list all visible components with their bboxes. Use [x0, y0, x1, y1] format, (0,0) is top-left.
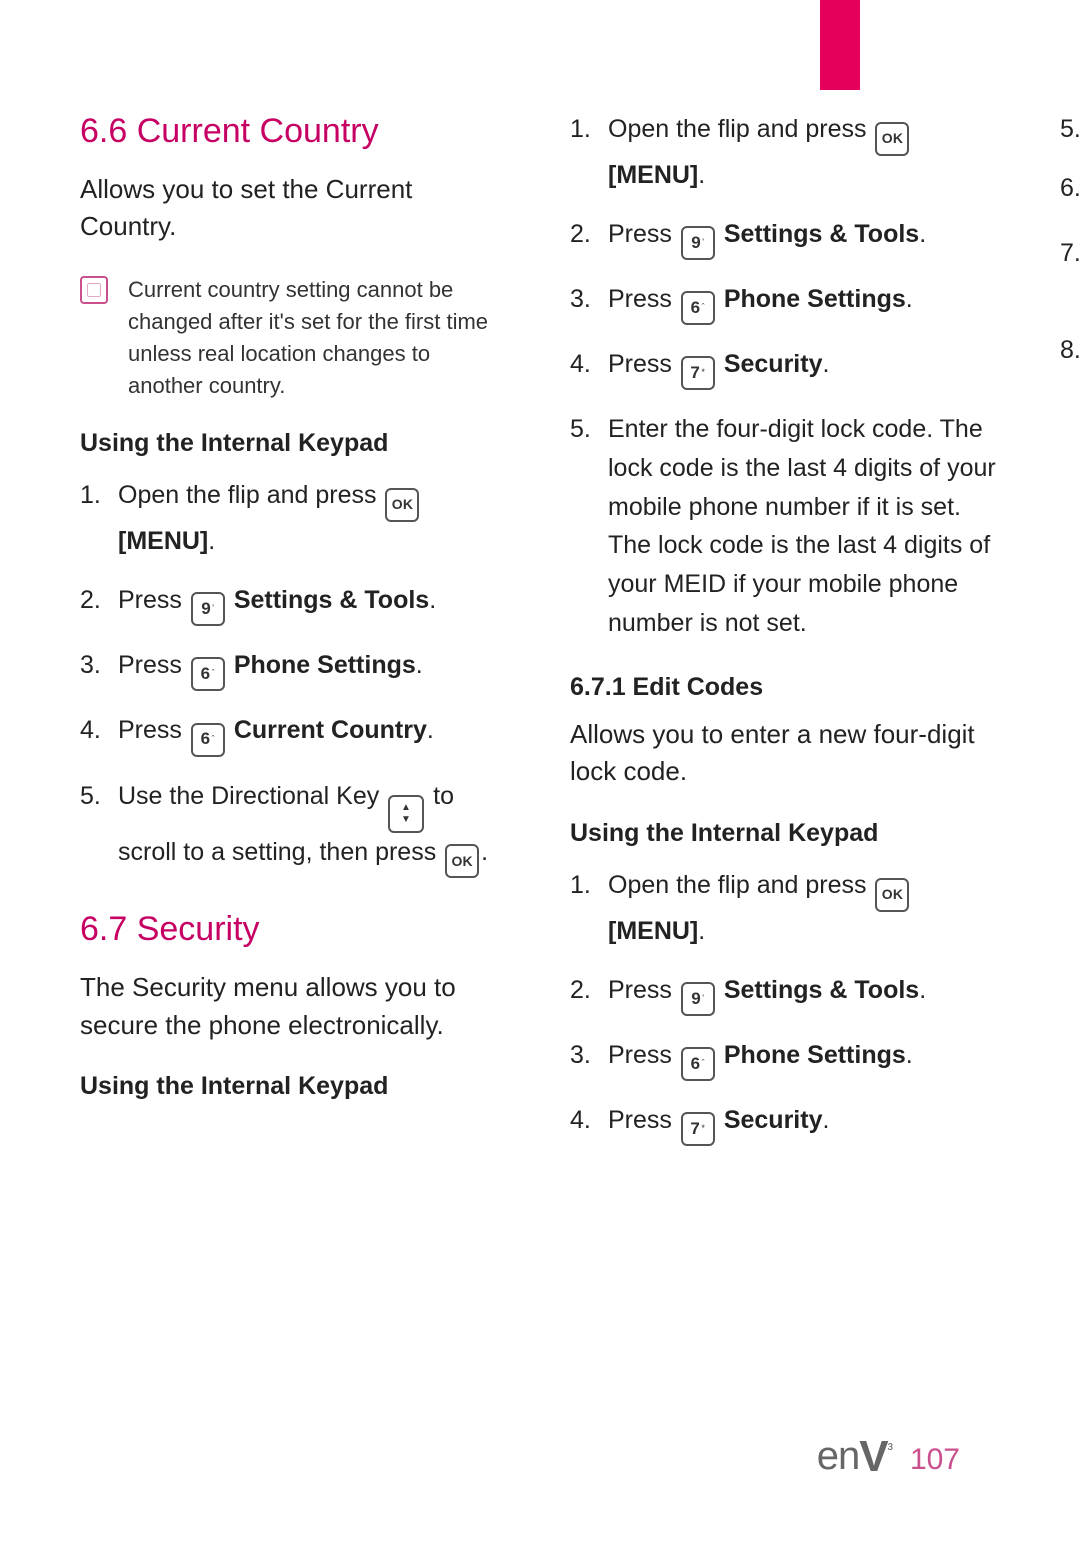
- punct: .: [822, 350, 829, 378]
- clipboard-icon: [80, 276, 108, 304]
- punct: .: [906, 285, 913, 313]
- key-6-icon: 6ˆ: [191, 723, 225, 757]
- step-text: Press: [608, 1106, 679, 1134]
- list-item: Select Phone Only or Calls & Services.: [1060, 234, 1080, 312]
- key-9-icon: 9': [681, 982, 715, 1016]
- heading-title: Current Country: [137, 112, 379, 150]
- key-6-icon: 6ˆ: [191, 657, 225, 691]
- step-text: Open the flip and press: [608, 115, 873, 143]
- key-9-icon: 9': [681, 226, 715, 260]
- step-text: Open the flip and press: [608, 871, 873, 899]
- step-text: Press: [608, 976, 679, 1004]
- subheading-6-7-1: Using the Internal Keypad: [570, 819, 1000, 848]
- list-item: Enter the four-digit lock code. The lock…: [570, 410, 1000, 643]
- key-7-icon: 7*: [681, 356, 715, 390]
- settings-tools-label: Settings & Tools: [234, 586, 429, 614]
- punct: .: [416, 651, 423, 679]
- list-item: Press 6ˆ Current Country.: [80, 711, 510, 756]
- key-9-icon: 9': [191, 592, 225, 626]
- phone-settings-label: Phone Settings: [234, 651, 416, 679]
- step-text: Press: [118, 716, 189, 744]
- heading-6-7: 6.7 Security: [80, 908, 510, 951]
- list-item: Press 7* Security.: [570, 1101, 1000, 1146]
- heading-6-6: 6.6 Current Country: [80, 110, 510, 153]
- punct: .: [698, 161, 705, 189]
- list-item: Open the flip and press OK [MENU].: [570, 110, 1000, 195]
- step-text: Press: [608, 285, 679, 313]
- key-7-icon: 7*: [681, 1112, 715, 1146]
- list-item: Press 7* Security.: [570, 345, 1000, 390]
- list-item: Open the flip and press OK [MENU].: [80, 476, 510, 561]
- security-label: Security: [724, 1106, 823, 1134]
- page-body: 6.6 Current Country Allows you to set th…: [80, 110, 1000, 1412]
- key-6-icon: 6ˆ: [681, 291, 715, 325]
- punct: .: [822, 1106, 829, 1134]
- menu-label: [MENU]: [608, 917, 698, 945]
- list-item: Open the flip and press OK [MENU].: [570, 866, 1000, 951]
- page-tab-marker: [820, 0, 860, 90]
- page-number: 107: [910, 1443, 960, 1477]
- step-text: Press: [608, 350, 679, 378]
- heading-number: 6.7: [80, 910, 127, 948]
- list-item: Enter your new lock code, then enter it …: [1060, 331, 1080, 409]
- step-text: Use the Directional Key: [118, 782, 386, 810]
- list-item: Press 9' Settings & Tools.: [570, 215, 1000, 260]
- list-item: Press 9' Settings & Tools.: [80, 581, 510, 626]
- step-text: Press: [608, 220, 679, 248]
- punct: .: [208, 527, 215, 555]
- security-label: Security: [724, 350, 823, 378]
- punct: .: [481, 838, 488, 866]
- phone-settings-label: Phone Settings: [724, 285, 906, 313]
- list-item: Enter the four-digit lock code.: [1060, 110, 1080, 149]
- menu-label: [MENU]: [118, 527, 208, 555]
- punct: .: [919, 220, 926, 248]
- list-item: Press 1’ Edit Codes.: [1060, 169, 1080, 214]
- intro-6-6: Allows you to set the Current Country.: [80, 171, 510, 246]
- step-text: Enter the four-digit lock code. The lock…: [608, 415, 996, 637]
- steps-6-6: Open the flip and press OK [MENU]. Press…: [80, 476, 510, 878]
- punct: .: [906, 1041, 913, 1069]
- ok-key-icon: OK: [445, 844, 479, 878]
- settings-tools-label: Settings & Tools: [724, 220, 919, 248]
- list-item: Press 9' Settings & Tools.: [570, 971, 1000, 1016]
- current-country-label: Current Country: [234, 716, 427, 744]
- note-text: Current country setting cannot be change…: [128, 274, 510, 402]
- ok-key-icon: OK: [875, 878, 909, 912]
- subheading-6-7: Using the Internal Keypad: [80, 1072, 510, 1101]
- list-item: Press 6ˆ Phone Settings.: [570, 1036, 1000, 1081]
- step-text: Press: [608, 1041, 679, 1069]
- key-6-icon: 6ˆ: [681, 1047, 715, 1081]
- list-item: Use the Directional Key ▲▼ to scroll to …: [80, 777, 510, 879]
- step-text: Press: [118, 586, 189, 614]
- punct: .: [698, 917, 705, 945]
- ok-key-icon: OK: [875, 122, 909, 156]
- intro-6-7: The Security menu allows you to secure t…: [80, 969, 510, 1044]
- heading-6-7-1: 6.7.1 Edit Codes: [570, 673, 1000, 702]
- intro-6-7-1: Allows you to enter a new four-digit loc…: [570, 716, 1000, 791]
- ok-key-icon: OK: [385, 488, 419, 522]
- phone-settings-label: Phone Settings: [724, 1041, 906, 1069]
- list-item: Press 6ˆ Phone Settings.: [80, 646, 510, 691]
- note-block: Current country setting cannot be change…: [80, 274, 510, 402]
- heading-number: 6.6: [80, 112, 127, 150]
- step-text: Open the flip and press: [118, 481, 383, 509]
- page-footer: enV³ 107: [817, 1432, 960, 1482]
- punct: .: [427, 716, 434, 744]
- subheading-6-6: Using the Internal Keypad: [80, 429, 510, 458]
- settings-tools-label: Settings & Tools: [724, 976, 919, 1004]
- steps-6-7: Open the flip and press OK [MENU]. Press…: [570, 110, 1000, 643]
- menu-label: [MENU]: [608, 161, 698, 189]
- heading-title: Security: [137, 910, 260, 948]
- brand-logo: enV³: [817, 1432, 892, 1482]
- directional-key-icon: ▲▼: [388, 795, 424, 833]
- list-item: Press 6ˆ Phone Settings.: [570, 280, 1000, 325]
- step-text: Press: [118, 651, 189, 679]
- punct: .: [919, 976, 926, 1004]
- punct: .: [429, 586, 436, 614]
